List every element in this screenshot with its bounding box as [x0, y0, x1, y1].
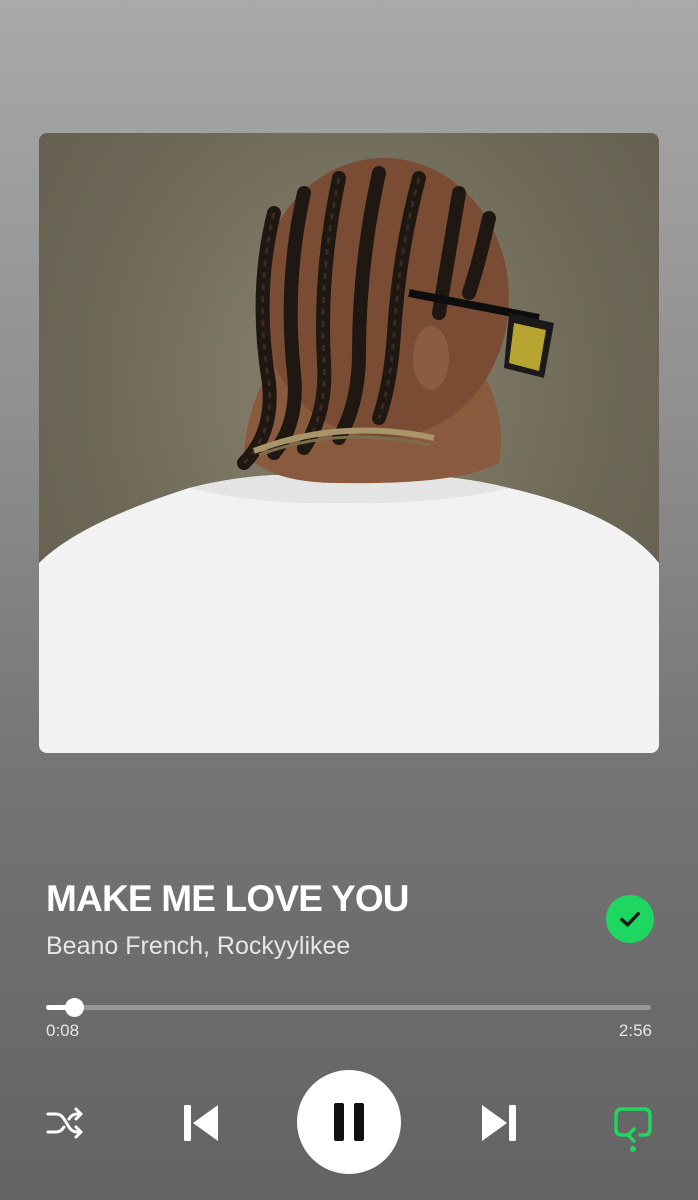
shuffle-button[interactable] [44, 1104, 86, 1142]
repeat-icon [614, 1107, 652, 1152]
next-button[interactable] [478, 1101, 520, 1145]
album-art [39, 133, 659, 753]
shuffle-icon [46, 1107, 83, 1139]
skip-next-icon [482, 1105, 516, 1141]
pause-icon [334, 1103, 364, 1141]
track-artists[interactable]: Beano French, Rockyylikee [46, 932, 350, 961]
progress-handle[interactable] [64, 998, 84, 1017]
album-art-image [39, 158, 659, 753]
skip-previous-icon [184, 1105, 218, 1141]
duration-time: 2:56 [618, 1021, 652, 1040]
check-icon [620, 912, 640, 927]
previous-button[interactable] [180, 1101, 222, 1145]
liked-button[interactable] [606, 895, 654, 943]
elapsed-time: 0:08 [46, 1021, 80, 1040]
play-pause-button[interactable] [297, 1070, 401, 1174]
track-title: MAKE ME LOVE YOU [46, 878, 410, 919]
progress-bar[interactable] [46, 998, 651, 1017]
repeat-button[interactable] [611, 1103, 655, 1153]
